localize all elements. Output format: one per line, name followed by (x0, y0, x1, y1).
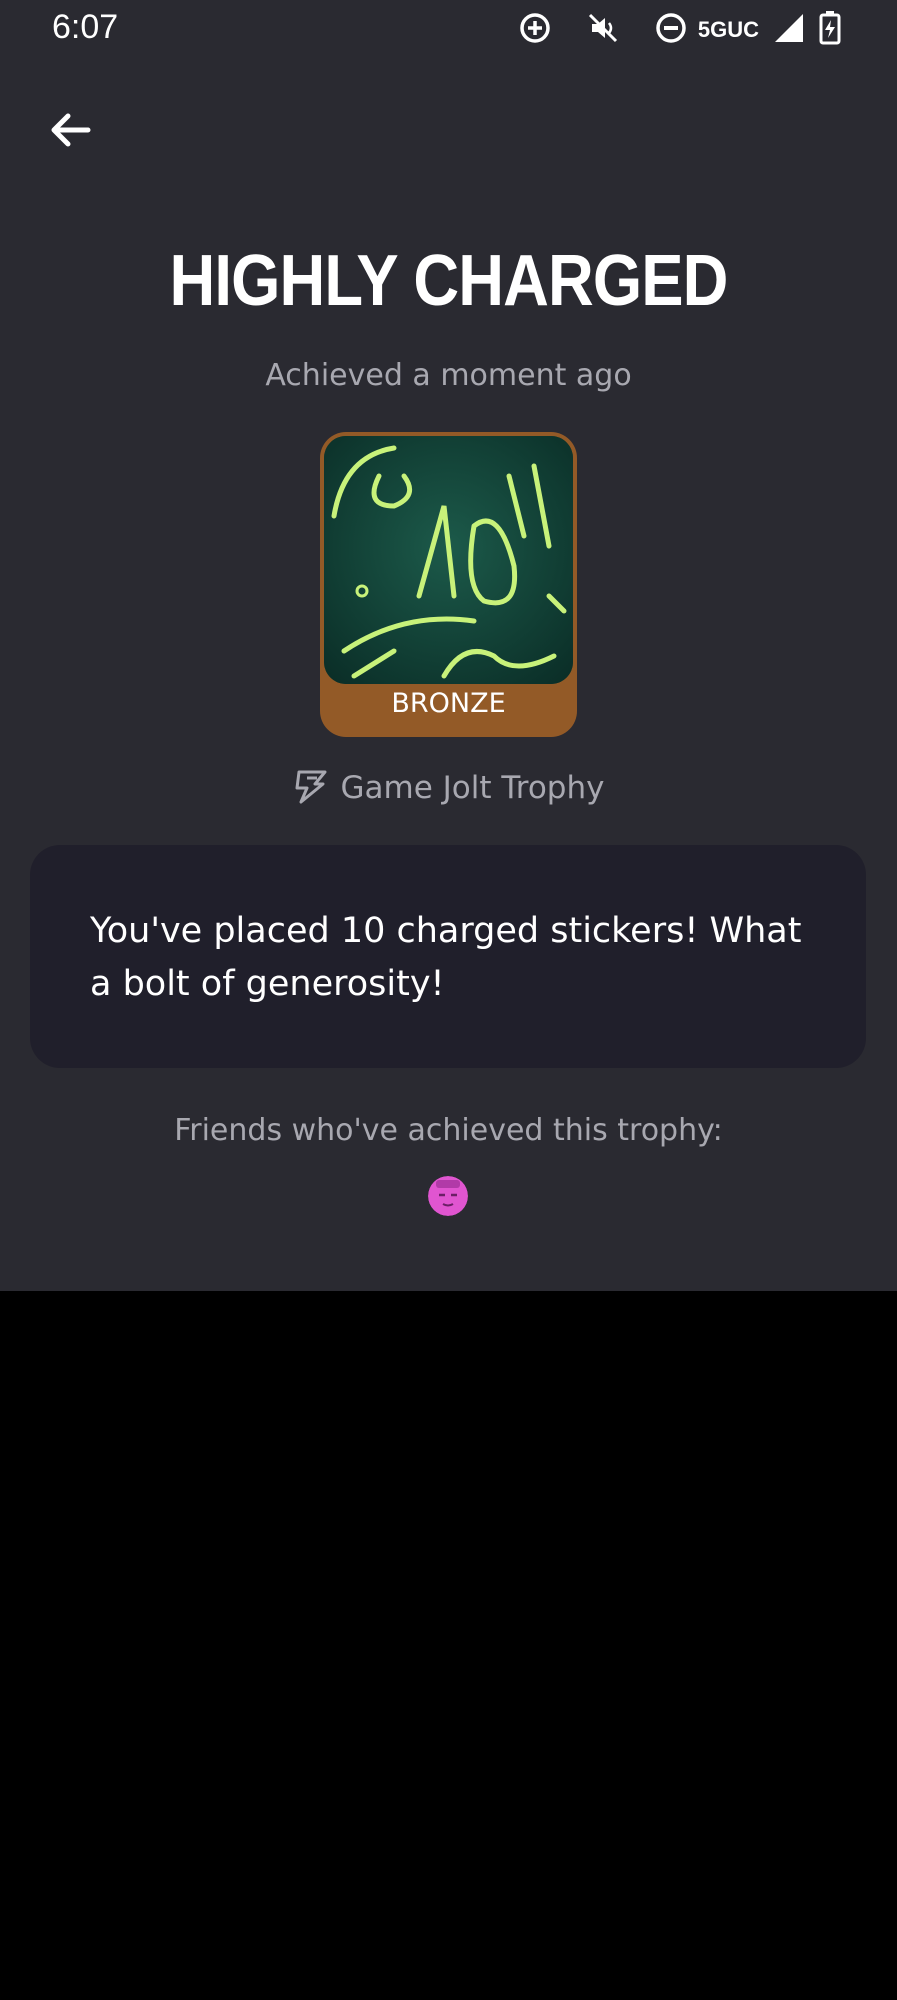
mute-icon (586, 11, 620, 49)
trophy-description: You've placed 10 charged stickers! What … (90, 911, 802, 1004)
back-button[interactable] (40, 100, 100, 160)
network-type: 5GUC (697, 17, 759, 42)
achieved-time: Achieved a moment ago (265, 358, 632, 393)
signal-icon (773, 12, 805, 48)
status-bar: 6:07 5GUC (0, 0, 897, 60)
do-not-disturb-icon (654, 11, 688, 49)
trophy-badge: BRONZE (320, 432, 577, 737)
description-card: You've placed 10 charged stickers! What … (30, 845, 866, 1068)
friends-label: Friends who've achieved this trophy: (174, 1113, 723, 1148)
screen: 6:07 5GUC HIGHLY CHARGED Achieved a mome… (0, 0, 897, 2000)
game-jolt-trophy-icon (293, 768, 329, 808)
trophy-tier: BRONZE (391, 688, 506, 719)
trophy-detail-panel: 6:07 5GUC HIGHLY CHARGED Achieved a mome… (0, 0, 897, 1291)
status-icons: 5GUC (518, 10, 841, 50)
trophy-image (324, 436, 573, 684)
trophy-type: Game Jolt Trophy (0, 768, 897, 808)
status-time: 6:07 (52, 8, 119, 46)
data-saver-icon (518, 11, 552, 49)
arrow-left-icon (51, 113, 91, 147)
friend-avatar[interactable] (428, 1176, 468, 1216)
trophy-title: HIGHLY CHARGED (169, 241, 728, 321)
trophy-type-label: Game Jolt Trophy (340, 770, 605, 806)
battery-charging-icon (819, 11, 841, 49)
